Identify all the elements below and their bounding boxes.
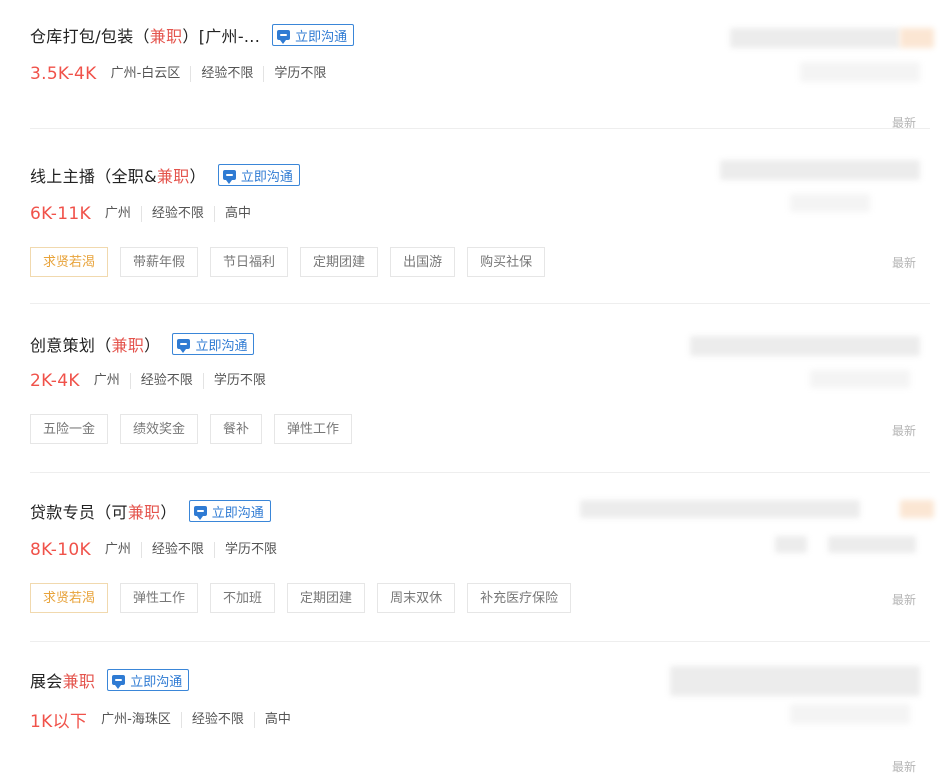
blurred-company-info [800, 62, 920, 82]
welfare-tag: 五险一金 [30, 414, 109, 444]
chat-icon [277, 30, 291, 44]
job-title[interactable]: 贷款专员（可兼职） [30, 499, 177, 523]
blurred-company-info [790, 704, 910, 724]
education: 高中 [253, 711, 301, 728]
location: 广州-白云区 [110, 66, 181, 81]
welfare-tag: 弹性工作 [274, 414, 353, 444]
job-card[interactable]: 线上主播（全职&兼职） 立即沟通 6K-11K 广州 经验不限 高中 求贤若渴 … [0, 130, 944, 304]
blurred-company [900, 28, 934, 48]
job-title[interactable]: 线上主播（全职&兼职） [30, 163, 206, 187]
job-card[interactable]: 仓库打包/包装（兼职）[广州-... 立即沟通 3.5K-4K 广州-白云区 经… [0, 0, 944, 130]
experience: 经验不限 [129, 373, 203, 389]
chat-icon [193, 506, 207, 520]
location: 广州 [104, 206, 131, 221]
blurred-company [720, 160, 920, 180]
education: 学历不限 [213, 542, 287, 558]
blurred-company [730, 28, 900, 48]
welfare-tag: 餐补 [210, 414, 263, 444]
chat-icon [177, 339, 191, 353]
welfare-tag: 求贤若渴 [30, 583, 109, 613]
blurred-company-info [828, 536, 916, 553]
location: 广州-海珠区 [101, 711, 171, 727]
welfare-tag: 出国游 [390, 247, 456, 277]
chat-icon [112, 675, 126, 689]
chat-now-button[interactable]: 立即沟通 [272, 24, 355, 46]
blurred-company-info [775, 536, 807, 553]
education: 高中 [213, 206, 261, 222]
education: 学历不限 [263, 66, 336, 82]
salary: 8K-10K [30, 540, 91, 560]
welfare-tag: 购买社保 [467, 247, 546, 277]
welfare-tag: 不加班 [210, 583, 276, 613]
welfare-tag: 带薪年假 [120, 247, 199, 277]
salary: 6K-11K [30, 204, 91, 224]
location: 广州 [93, 373, 120, 388]
blurred-company [900, 500, 934, 518]
chat-now-button[interactable]: 立即沟通 [188, 500, 271, 522]
chat-now-button[interactable]: 立即沟通 [217, 164, 300, 186]
welfare-tag: 补充医疗保险 [467, 583, 572, 613]
update-time: 最新 [891, 593, 916, 607]
chat-icon [222, 170, 236, 184]
experience: 经验不限 [140, 542, 214, 558]
welfare-tag: 弹性工作 [120, 583, 199, 613]
salary: 1K以下 [30, 712, 88, 732]
location: 广州 [104, 542, 131, 557]
experience: 经验不限 [180, 711, 254, 728]
education: 学历不限 [202, 373, 276, 389]
job-card[interactable]: 贷款专员（可兼职） 立即沟通 8K-10K 广州 经验不限 学历不限 求贤若渴 … [0, 473, 944, 641]
job-card[interactable]: 创意策划（兼职） 立即沟通 2K-4K 广州 经验不限 学历不限 五险一金 绩效… [0, 304, 944, 472]
welfare-tag: 绩效奖金 [120, 414, 199, 444]
blurred-company [580, 500, 860, 518]
update-time: 最新 [891, 760, 916, 774]
welfare-tag: 周末双休 [377, 583, 456, 613]
job-title[interactable]: 创意策划（兼职） [30, 332, 160, 356]
chat-now-button[interactable]: 立即沟通 [172, 333, 255, 355]
blurred-company [670, 666, 920, 696]
chat-now-button[interactable]: 立即沟通 [107, 669, 190, 691]
job-title[interactable]: 展会兼职 [30, 668, 95, 692]
divider [30, 128, 930, 129]
welfare-tag: 定期团建 [300, 247, 379, 277]
experience: 经验不限 [190, 66, 263, 82]
update-time: 最新 [891, 256, 916, 270]
welfare-tag: 定期团建 [287, 583, 366, 613]
job-title[interactable]: 仓库打包/包装（兼职）[广州-... [30, 23, 260, 47]
job-card[interactable]: 展会兼职 立即沟通 1K以下 广州-海珠区 经验不限 高中 最新 [0, 642, 944, 780]
experience: 经验不限 [140, 206, 214, 222]
salary: 3.5K-4K [30, 64, 97, 84]
blurred-company-info [790, 194, 870, 212]
blurred-company-info [810, 370, 910, 388]
welfare-tag: 求贤若渴 [30, 247, 109, 277]
salary: 2K-4K [30, 371, 80, 391]
update-time: 最新 [891, 424, 916, 438]
welfare-tag: 节日福利 [210, 247, 289, 277]
blurred-company [690, 336, 920, 356]
